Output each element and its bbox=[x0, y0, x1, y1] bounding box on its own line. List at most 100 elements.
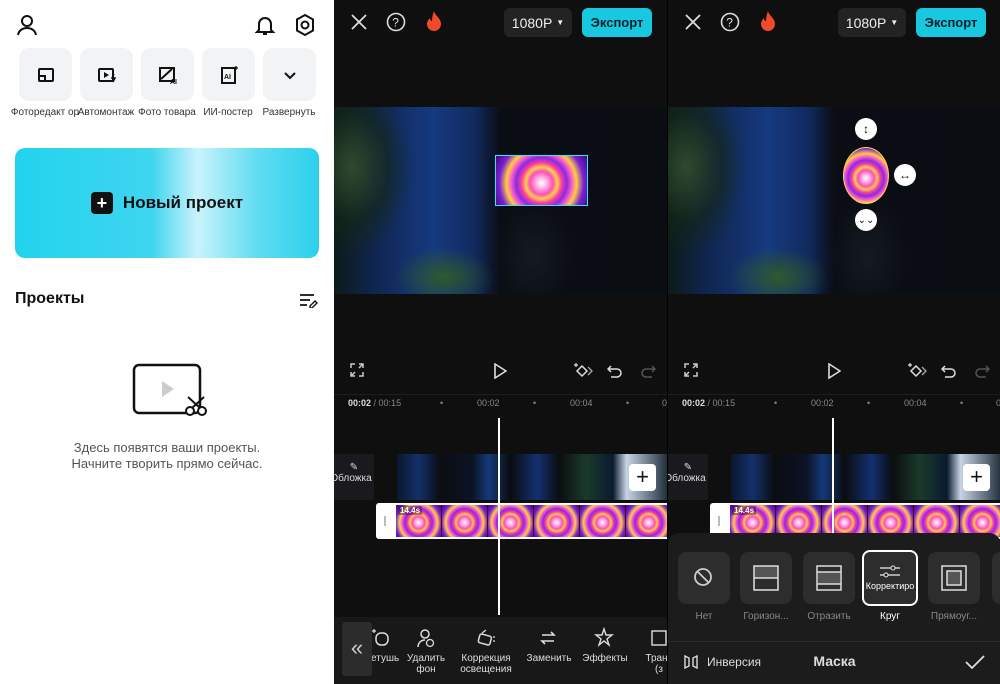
mask-option-4[interactable] bbox=[928, 552, 980, 604]
help-icon[interactable]: ? bbox=[720, 12, 740, 32]
checkmark-icon[interactable] bbox=[965, 654, 985, 670]
toolbar-item-label: Заменить bbox=[526, 653, 572, 664]
main-video-track[interactable] bbox=[397, 454, 667, 500]
lighting-icon bbox=[477, 629, 495, 646]
mask-option-1[interactable] bbox=[740, 552, 792, 604]
edit-icon: ✎ bbox=[683, 462, 693, 473]
tool-label: Автомонтаж bbox=[77, 107, 135, 118]
keyframe-icon[interactable] bbox=[573, 362, 593, 380]
trim-handle[interactable] bbox=[718, 516, 720, 526]
mask-option-2[interactable] bbox=[803, 552, 855, 604]
toolbar-item-3[interactable]: Заменить bbox=[519, 627, 579, 664]
svg-text:AI: AI bbox=[224, 74, 231, 81]
current-time: 00:02 bbox=[682, 398, 706, 408]
ruler-tick: 00:02 bbox=[811, 398, 834, 408]
keyframe-icon[interactable] bbox=[907, 362, 927, 380]
play-icon[interactable] bbox=[493, 363, 507, 379]
export-button[interactable]: Экспорт bbox=[916, 8, 986, 37]
svg-text:AI: AI bbox=[170, 79, 177, 85]
mirror-mask-icon bbox=[816, 565, 842, 591]
video-preview[interactable] bbox=[668, 107, 1000, 294]
none-icon bbox=[694, 568, 712, 586]
redo-icon[interactable] bbox=[640, 363, 656, 379]
redo-icon[interactable] bbox=[974, 363, 990, 379]
close-icon[interactable] bbox=[684, 13, 702, 31]
mask-option-more[interactable] bbox=[992, 552, 1000, 604]
trim-handle[interactable] bbox=[384, 516, 386, 526]
toolbar-item-1[interactable]: Удалить фон bbox=[396, 627, 456, 675]
toolbar-item-5[interactable]: Транс (з bbox=[629, 627, 667, 675]
tool-button-1[interactable] bbox=[80, 48, 133, 101]
main-video-track[interactable] bbox=[731, 454, 1000, 500]
new-project-button[interactable]: + Новый проект bbox=[15, 148, 319, 258]
ruler-tick: 0 bbox=[996, 398, 1000, 408]
ruler-tick: 00:04 bbox=[570, 398, 593, 408]
help-icon[interactable]: ? bbox=[386, 12, 406, 32]
rectangle-mask-icon bbox=[941, 565, 967, 591]
resize-vertical-handle[interactable]: ↕ bbox=[855, 118, 877, 140]
svg-text:?: ? bbox=[392, 16, 399, 30]
invert-button[interactable]: Инверсия bbox=[683, 654, 761, 670]
overlay-track[interactable]: 14.4s bbox=[376, 503, 667, 539]
cover-label: Обложка bbox=[334, 473, 372, 484]
toolbar-item-2[interactable]: Коррекция освещения bbox=[456, 627, 516, 675]
cover-button[interactable]: ✎ Обложка bbox=[668, 454, 708, 500]
transform-icon bbox=[651, 630, 667, 646]
collapse-toolbar-button[interactable]: « bbox=[342, 622, 372, 676]
clip-duration: 14.4s bbox=[398, 506, 423, 515]
add-clip-button[interactable]: + bbox=[963, 464, 990, 491]
new-project-label: Новый проект bbox=[122, 193, 244, 212]
editor-panel-overlay: ? 1080P ▼ Экспорт 00:02 / 00:15 • 00:02 •… bbox=[334, 0, 667, 684]
svg-text:?: ? bbox=[726, 16, 733, 30]
tool-label: Развернуть bbox=[262, 107, 316, 118]
total-time: / 00:15 bbox=[707, 398, 736, 408]
tool-button-0[interactable] bbox=[19, 48, 72, 101]
undo-icon[interactable] bbox=[607, 363, 623, 379]
add-clip-button[interactable]: + bbox=[629, 464, 656, 491]
resolution-dropdown[interactable]: 1080P ▼ bbox=[838, 8, 906, 37]
mask-sheet: Нет Горизон... Отразить Корректиро Круг П… bbox=[668, 533, 1000, 684]
tool-button-4[interactable] bbox=[263, 48, 316, 101]
feather-handle[interactable]: ⌄⌄ bbox=[855, 209, 877, 231]
timeline-ruler[interactable]: 00:02 / 00:15 • 00:02 • 00:04 • 0 bbox=[334, 398, 667, 410]
undo-icon[interactable] bbox=[941, 363, 957, 379]
fire-icon[interactable] bbox=[425, 10, 443, 32]
close-icon[interactable] bbox=[350, 13, 368, 31]
toolbar-item-4[interactable]: Эффекты bbox=[575, 627, 635, 664]
cover-label: Обложка bbox=[668, 473, 706, 484]
user-icon[interactable] bbox=[16, 14, 38, 36]
resolution-value: 1080P bbox=[511, 14, 553, 31]
resize-horizontal-handle[interactable]: ↔ bbox=[894, 164, 916, 186]
resolution-value: 1080P bbox=[845, 14, 887, 31]
fire-icon[interactable] bbox=[759, 10, 777, 32]
fullscreen-icon[interactable] bbox=[684, 363, 698, 377]
tool-label: ИИ-постер bbox=[203, 107, 253, 118]
mask-option-0[interactable] bbox=[678, 552, 730, 604]
empty-projects-icon bbox=[132, 363, 207, 416]
editor-panel-mask: ? 1080P ▼ Экспорт ↕ ↔ ⌄⌄ 00:02 / 00:15 • … bbox=[668, 0, 1000, 684]
fullscreen-icon[interactable] bbox=[350, 363, 364, 377]
ai-poster-icon: AI bbox=[220, 65, 238, 84]
manage-projects-icon[interactable] bbox=[298, 292, 318, 308]
current-time: 00:02 bbox=[348, 398, 372, 408]
mask-option-3[interactable]: Корректиро bbox=[862, 550, 918, 606]
overlay-heart-clip[interactable] bbox=[495, 155, 588, 206]
play-icon[interactable] bbox=[827, 363, 841, 379]
effects-icon bbox=[594, 627, 614, 648]
gear-icon[interactable] bbox=[294, 13, 316, 37]
bell-icon[interactable] bbox=[254, 14, 276, 36]
resolution-dropdown[interactable]: 1080P ▼ bbox=[504, 8, 572, 37]
toolbar-item-label: Эффекты bbox=[582, 653, 628, 664]
playhead[interactable] bbox=[498, 418, 500, 615]
toolbar-item-label: Удалить фон bbox=[406, 653, 446, 675]
caret-down-icon: ▼ bbox=[890, 18, 899, 27]
caret-down-icon: ▼ bbox=[556, 18, 565, 27]
overlay-heart-masked[interactable] bbox=[843, 147, 889, 204]
export-button[interactable]: Экспорт bbox=[582, 8, 652, 37]
tool-button-3[interactable]: AI bbox=[202, 48, 255, 101]
tool-button-2[interactable]: AI bbox=[141, 48, 194, 101]
cover-button[interactable]: ✎ Обложка bbox=[334, 454, 374, 500]
home-screen: Фоторедакт ор Автомонтаж AI Фото товара AI… bbox=[0, 0, 334, 684]
invert-label: Инверсия bbox=[707, 655, 762, 669]
timeline-ruler[interactable]: 00:02 / 00:15 • 00:02 • 00:04 • 0 bbox=[668, 398, 1000, 410]
